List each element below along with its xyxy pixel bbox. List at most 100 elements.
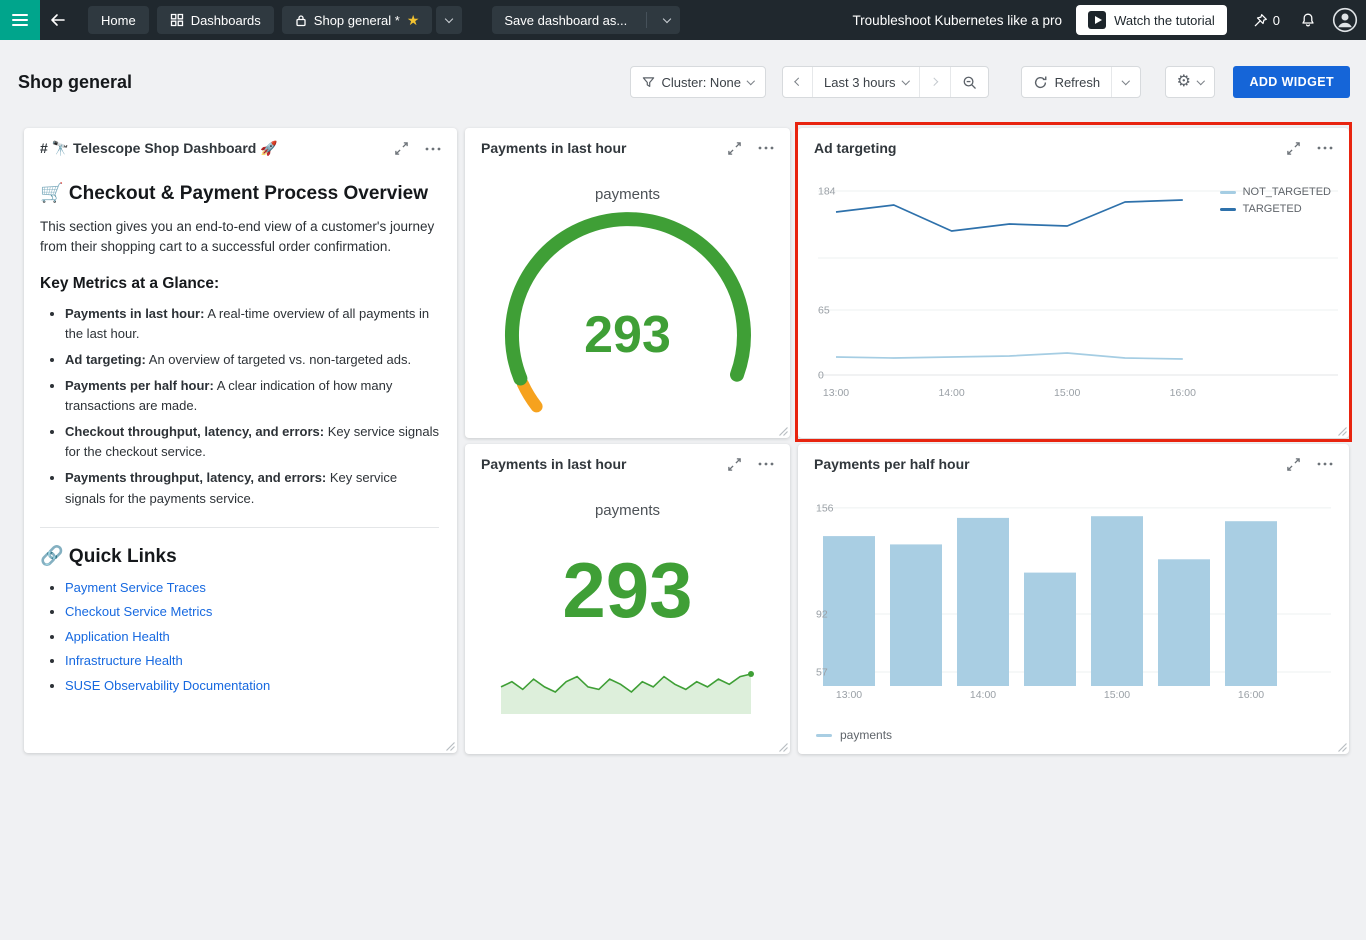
- main-menu-button[interactable]: [0, 0, 40, 40]
- gear-icon: ⚙: [1177, 74, 1191, 90]
- quick-link-payment-traces[interactable]: Payment Service Traces: [65, 580, 206, 595]
- svg-text:13:00: 13:00: [836, 689, 862, 701]
- chevron-down-icon: [1197, 77, 1205, 85]
- quick-link-checkout-metrics[interactable]: Checkout Service Metrics: [65, 604, 212, 619]
- widget-title: Payments per half hour: [814, 456, 1270, 472]
- time-forward-button[interactable]: [919, 67, 950, 97]
- chevron-down-icon: [1122, 77, 1130, 85]
- svg-text:14:00: 14:00: [938, 387, 964, 399]
- time-range-select[interactable]: Last 3 hours: [812, 67, 919, 97]
- time-back-button[interactable]: [783, 67, 813, 97]
- expand-widget-button[interactable]: [727, 141, 742, 156]
- expand-widget-button[interactable]: [394, 141, 409, 156]
- chevron-down-icon: [747, 77, 755, 85]
- link-item: Application Health: [65, 629, 439, 644]
- play-icon: [1088, 11, 1106, 29]
- bell-icon: [1300, 12, 1316, 28]
- svg-text:184: 184: [818, 186, 836, 198]
- resize-handle[interactable]: [779, 427, 788, 436]
- chevron-down-icon: [663, 14, 671, 22]
- widget-header: Payments per half hour: [798, 444, 1349, 478]
- divider: [646, 12, 647, 28]
- refresh-options-chevron[interactable]: [1111, 67, 1140, 97]
- svg-text:15:00: 15:00: [1104, 689, 1130, 701]
- favorite-star-icon[interactable]: ★: [407, 13, 420, 27]
- pinned-items-button[interactable]: 0: [1243, 0, 1290, 40]
- section-heading: 🛒 Checkout & Payment Process Overview: [40, 181, 439, 205]
- nav-home-button[interactable]: Home: [88, 6, 149, 34]
- hamburger-icon: [12, 14, 28, 26]
- nav-dashboards-button[interactable]: Dashboards: [157, 6, 274, 34]
- svg-text:92: 92: [816, 609, 828, 621]
- widget-title: Ad targeting: [814, 140, 1270, 156]
- zoom-out-button[interactable]: [950, 67, 988, 97]
- widget-title: # 🔭 Telescope Shop Dashboard 🚀: [40, 140, 378, 157]
- chart-legend: NOT_TARGETED TARGETED: [1220, 186, 1331, 220]
- current-dashboard-button[interactable]: Shop general * ★: [282, 6, 433, 34]
- legend-item-not-targeted[interactable]: NOT_TARGETED: [1220, 186, 1331, 198]
- filter-icon: [642, 76, 655, 89]
- intro-text: This section gives you an end-to-end vie…: [40, 217, 439, 258]
- chevron-down-icon: [445, 14, 453, 22]
- metric-item: Payments per half hour: A clear indicati…: [65, 376, 439, 416]
- link-item: SUSE Observability Documentation: [65, 678, 439, 693]
- quick-link-application-health[interactable]: Application Health: [65, 629, 170, 644]
- widget-menu-button[interactable]: [425, 147, 441, 151]
- widget-title: Payments in last hour: [481, 456, 711, 472]
- grid-icon: [170, 13, 184, 27]
- widget-header: Ad targeting: [798, 128, 1349, 162]
- ellipsis-icon: [758, 146, 774, 150]
- svg-text:16:00: 16:00: [1238, 689, 1264, 701]
- widget-menu-button[interactable]: [1317, 462, 1333, 466]
- watch-tutorial-button[interactable]: Watch the tutorial: [1076, 5, 1227, 35]
- save-as-options-chevron[interactable]: [654, 6, 680, 34]
- legend-swatch: [1220, 208, 1236, 211]
- chart-legend: payments: [816, 728, 892, 742]
- divider: [40, 527, 439, 528]
- svg-text:57: 57: [816, 667, 828, 679]
- ellipsis-icon: [1317, 146, 1333, 150]
- ellipsis-icon: [1317, 462, 1333, 466]
- user-menu-button[interactable]: [1326, 0, 1366, 40]
- widget-header: Payments in last hour: [465, 444, 790, 478]
- refresh-button[interactable]: Refresh: [1022, 67, 1112, 97]
- metrics-list: Payments in last hour: A real-time overv…: [40, 304, 439, 509]
- resize-handle[interactable]: [1338, 743, 1347, 752]
- svg-text:15:00: 15:00: [1054, 387, 1080, 399]
- metrics-heading: Key Metrics at a Glance:: [40, 275, 439, 293]
- quick-links-list: Payment Service Traces Checkout Service …: [40, 580, 439, 693]
- add-widget-button[interactable]: ADD WIDGET: [1233, 66, 1350, 98]
- widget-menu-button[interactable]: [758, 462, 774, 466]
- save-dashboard-as-button[interactable]: Save dashboard as...: [492, 6, 639, 34]
- expand-widget-button[interactable]: [1286, 141, 1301, 156]
- refresh-label: Refresh: [1055, 75, 1101, 90]
- back-arrow-icon: [50, 13, 66, 27]
- topbar: Home Dashboards Shop general * ★ Save da…: [0, 0, 1366, 40]
- watch-tutorial-label: Watch the tutorial: [1114, 13, 1215, 28]
- widget-menu-button[interactable]: [758, 146, 774, 150]
- dashboard-switcher-chevron[interactable]: [436, 6, 462, 34]
- svg-text:156: 156: [816, 502, 834, 514]
- legend-item-targeted[interactable]: TARGETED: [1220, 203, 1331, 215]
- time-range-group: Last 3 hours: [782, 66, 989, 98]
- gauge-chart: 293: [498, 203, 758, 420]
- payments-number-widget: Payments in last hour payments 293: [465, 444, 790, 754]
- dashboard-settings-button[interactable]: ⚙: [1166, 67, 1215, 97]
- widget-header: Payments in last hour: [465, 128, 790, 162]
- resize-handle[interactable]: [446, 742, 455, 751]
- user-avatar-icon: [1332, 7, 1358, 33]
- resize-handle[interactable]: [1338, 427, 1347, 436]
- markdown-content: 🛒 Checkout & Payment Process Overview Th…: [24, 163, 457, 693]
- sparkline-chart: [498, 656, 756, 718]
- expand-widget-button[interactable]: [727, 457, 742, 472]
- quick-link-infrastructure-health[interactable]: Infrastructure Health: [65, 653, 183, 668]
- cluster-filter[interactable]: Cluster: None: [630, 66, 766, 98]
- quick-link-documentation[interactable]: SUSE Observability Documentation: [65, 678, 270, 693]
- metric-item: Payments in last hour: A real-time overv…: [65, 304, 439, 344]
- expand-widget-button[interactable]: [1286, 457, 1301, 472]
- back-button[interactable]: [40, 0, 76, 40]
- notifications-button[interactable]: [1290, 0, 1326, 40]
- widget-menu-button[interactable]: [1317, 146, 1333, 150]
- metric-term: Payments per half hour:: [65, 378, 214, 393]
- resize-handle[interactable]: [779, 743, 788, 752]
